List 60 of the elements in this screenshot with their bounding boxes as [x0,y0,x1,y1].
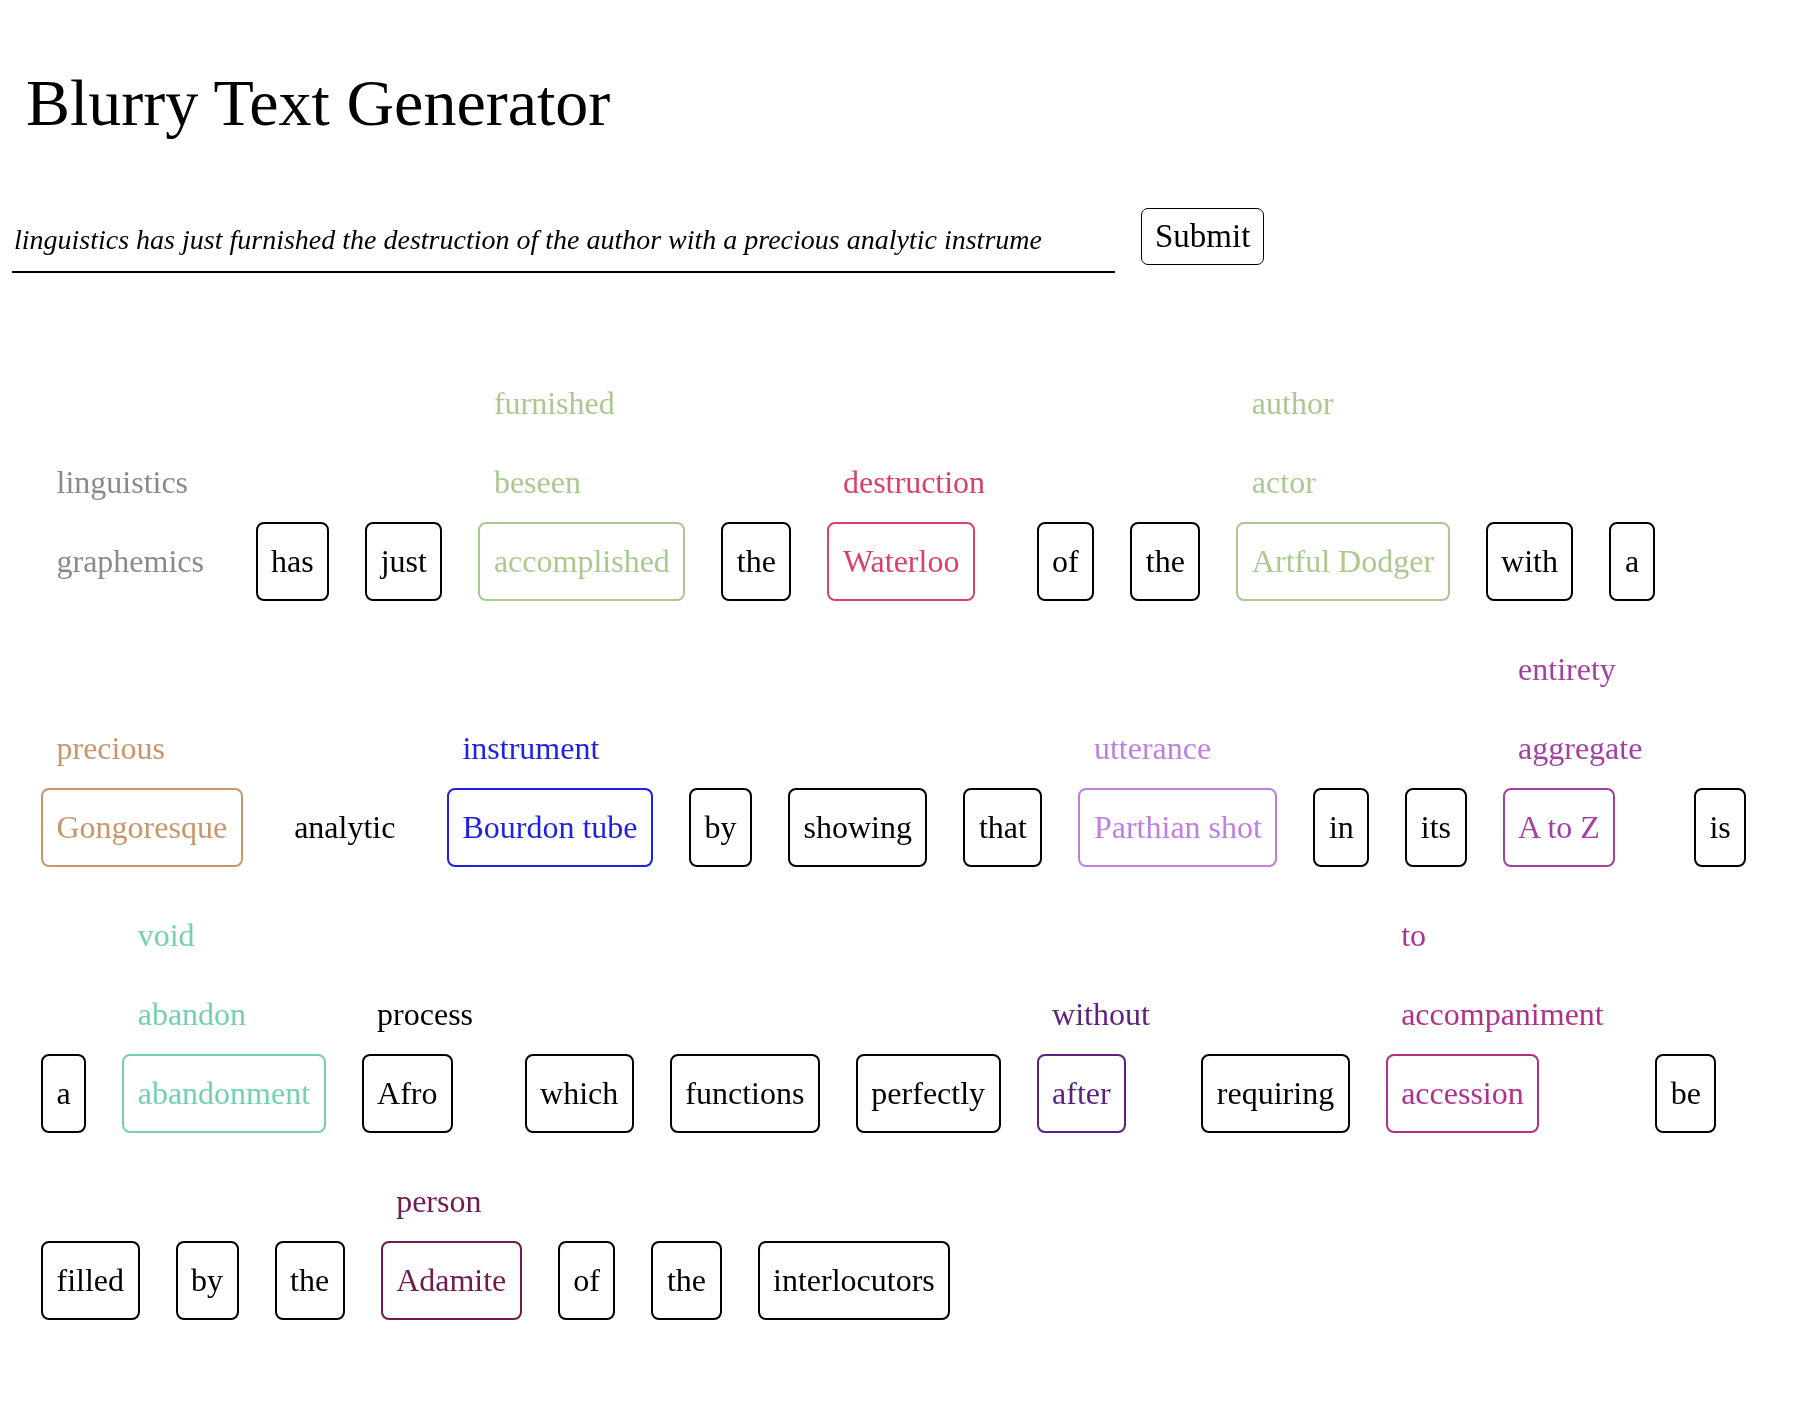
previous-word: to [1401,917,1427,954]
word-tag: be [1655,1054,1717,1133]
word-tag: of [557,1241,616,1320]
previous-word: entirety [1518,651,1616,688]
word-tag: Adamite [380,1241,522,1320]
word-tag: a [41,1054,87,1133]
previous-word: author [1251,385,1334,422]
word-tag: the [651,1241,722,1320]
word-tag: its [1405,788,1467,867]
word-tag: of [1036,522,1095,601]
previous-word: process [377,996,474,1033]
previous-word: accompaniment [1401,996,1604,1033]
word-tag: the [274,1241,345,1320]
previous-word: precious [56,730,165,767]
word-tag: a [1609,522,1655,601]
word-tag: with [1485,522,1574,601]
word-tag: by [175,1241,239,1320]
page-title: Blurry Text Generator [26,65,611,141]
previous-word: instrument [462,730,600,767]
previous-word: utterance [1093,730,1212,767]
previous-word: destruction [842,464,986,501]
word-tag: abandonment [122,1054,326,1133]
word-tag: that [963,788,1043,867]
word-tag: by [689,788,752,867]
previous-word: without [1052,996,1150,1033]
previous-word: beseen [493,464,581,501]
word-tag: accession [1385,1054,1540,1133]
word: analytic [294,809,396,846]
word-tag: interlocutors [757,1241,951,1320]
word-tag: is [1693,788,1747,867]
text-input-field[interactable]: linguistics has just furnished the destruction of the author with a precious analytic instrume [12,208,1115,273]
word-tag: which [524,1054,634,1133]
previous-word: aggregate [1518,730,1643,767]
word-tag: Waterloo [827,522,975,601]
previous-word: abandon [137,996,247,1033]
word-tag: filled [41,1241,140,1320]
word-tag: A to Z [1502,788,1616,867]
word-tag: just [365,522,443,601]
previous-word: person [396,1183,482,1220]
word-tag: after [1036,1054,1127,1133]
word-tag: showing [788,788,928,867]
previous-word: linguistics [56,464,189,501]
submit-button[interactable]: Submit [1141,208,1265,265]
word-tag: accomplished [478,522,686,601]
previous-word: void [137,917,195,954]
previous-word: actor [1251,464,1316,501]
word-tag: Gongoresque [41,788,243,867]
word-tag: the [721,522,792,601]
previous-word: furnished [493,385,615,422]
word-tag: the [1130,522,1201,601]
word: graphemics [56,543,204,580]
word-tag: Bourdon tube [446,788,653,867]
word-tag: perfectly [855,1054,1001,1133]
word-tag: in [1313,788,1370,867]
word-tag: functions [669,1054,820,1133]
word-tag: has [255,522,330,601]
word-tag: Parthian shot [1078,788,1278,867]
word-tag: requiring [1201,1054,1350,1133]
word-tag: Artful Dodger [1236,522,1450,601]
word-tag: Afro [361,1054,453,1133]
